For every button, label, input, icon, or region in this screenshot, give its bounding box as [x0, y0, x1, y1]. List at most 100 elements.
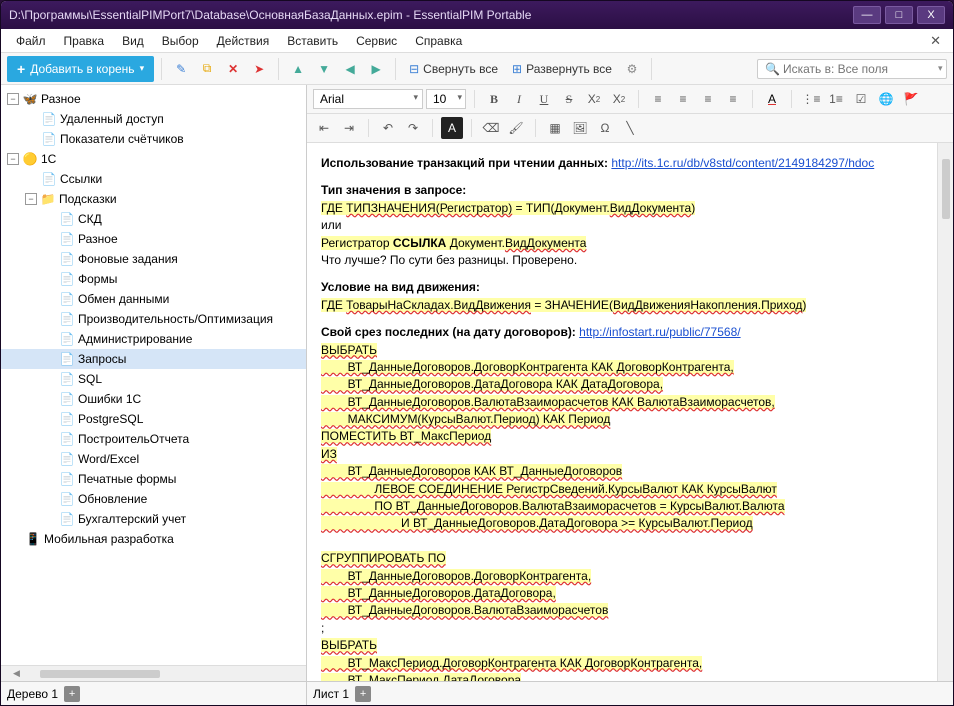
- align-justify-button[interactable]: ≡: [722, 88, 744, 110]
- expander-icon[interactable]: −: [7, 153, 19, 165]
- font-select[interactable]: Arial: [313, 89, 423, 109]
- tree-item[interactable]: 📄Бухгалтерский учет: [1, 509, 306, 529]
- outdent-button[interactable]: ⇤: [313, 117, 335, 139]
- tree-item[interactable]: 📄Запросы: [1, 349, 306, 369]
- document-content[interactable]: Использование транзакций при чтении данн…: [307, 143, 953, 681]
- brush-icon[interactable]: 🖌: [505, 117, 527, 139]
- note-icon: 📄: [59, 451, 75, 467]
- add-sheet-icon[interactable]: +: [355, 686, 371, 702]
- move-down-icon[interactable]: ▼: [312, 57, 336, 81]
- menu-file[interactable]: Файл: [7, 31, 55, 51]
- tree-item-mobile[interactable]: 📱 Мобильная разработка: [1, 529, 306, 549]
- minimize-button[interactable]: —: [853, 6, 881, 24]
- subscript-button[interactable]: X2: [583, 88, 605, 110]
- redo-button[interactable]: ↷: [402, 117, 424, 139]
- font-color-button[interactable]: A: [761, 88, 783, 110]
- scroll-thumb[interactable]: [942, 159, 950, 219]
- folder-icon: 📁: [40, 191, 56, 207]
- eraser-icon[interactable]: ⌫: [480, 117, 502, 139]
- maximize-button[interactable]: □: [885, 6, 913, 24]
- add-root-button[interactable]: + Добавить в корень ▾: [7, 56, 154, 82]
- menu-service[interactable]: Сервис: [347, 31, 406, 51]
- tree-item[interactable]: 📄Администрирование: [1, 329, 306, 349]
- tree-item[interactable]: 📄Обновление: [1, 489, 306, 509]
- tree-tab[interactable]: Дерево 1: [7, 687, 58, 701]
- image-icon[interactable]: 🖼: [569, 117, 591, 139]
- align-left-button[interactable]: ≡: [647, 88, 669, 110]
- move-up-icon[interactable]: ▲: [286, 57, 310, 81]
- tree-item-razn[interactable]: − 🦋 Разное: [1, 89, 306, 109]
- sheet-tab[interactable]: Лист 1: [313, 687, 349, 701]
- tree-item[interactable]: 📄 Ссылки: [1, 169, 306, 189]
- checklist-button[interactable]: ☑: [850, 88, 872, 110]
- scroll-left-icon[interactable]: ◀: [13, 668, 20, 679]
- search-box[interactable]: 🔍 ▾: [757, 59, 947, 79]
- tree-item-hints[interactable]: − 📁 Подсказки: [1, 189, 306, 209]
- editor-body[interactable]: Использование транзакций при чтении данн…: [307, 143, 953, 681]
- note-icon: 📄: [41, 171, 57, 187]
- menu-select[interactable]: Выбор: [153, 31, 208, 51]
- delete-icon[interactable]: ✕: [221, 57, 245, 81]
- copy-icon[interactable]: ⧉: [195, 57, 219, 81]
- tree-item[interactable]: 📄Разное: [1, 229, 306, 249]
- omega-icon[interactable]: Ω: [594, 117, 616, 139]
- globe-icon[interactable]: 🌐: [875, 88, 897, 110]
- collapse-all-button[interactable]: ⊟ Свернуть все: [403, 59, 504, 79]
- highlight-button[interactable]: A: [441, 117, 463, 139]
- tree-item[interactable]: 📄ПостроительОтчета: [1, 429, 306, 449]
- add-tab-icon[interactable]: +: [64, 686, 80, 702]
- tree-item[interactable]: 📄Производительность/Оптимизация: [1, 309, 306, 329]
- move-left-icon[interactable]: ◀: [338, 57, 362, 81]
- table-icon[interactable]: ▦: [544, 117, 566, 139]
- tree-item[interactable]: 📄 Показатели счётчиков: [1, 129, 306, 149]
- tree-item[interactable]: 📄Печатные формы: [1, 469, 306, 489]
- bullet-list-button[interactable]: ⋮≡: [800, 88, 822, 110]
- undo-button[interactable]: ↶: [377, 117, 399, 139]
- link[interactable]: http://infostart.ru/public/77568/: [579, 325, 740, 339]
- tree-item[interactable]: 📄Word/Excel: [1, 449, 306, 469]
- tree-item[interactable]: 📄Фоновые задания: [1, 249, 306, 269]
- align-center-button[interactable]: ≡: [672, 88, 694, 110]
- search-input[interactable]: [783, 62, 938, 76]
- tree-hscroll[interactable]: ◀: [1, 665, 306, 681]
- tree-item[interactable]: 📄Обмен данными: [1, 289, 306, 309]
- menu-insert[interactable]: Вставить: [278, 31, 347, 51]
- move-right-icon[interactable]: ▶: [364, 57, 388, 81]
- menu-help[interactable]: Справка: [406, 31, 471, 51]
- chevron-down-icon[interactable]: ▾: [938, 63, 943, 74]
- underline-button[interactable]: U: [533, 88, 555, 110]
- tree-item[interactable]: 📄Ошибки 1С: [1, 389, 306, 409]
- menu-actions[interactable]: Действия: [208, 31, 279, 51]
- tree-item[interactable]: 📄PostgreSQL: [1, 409, 306, 429]
- tree-item[interactable]: 📄СКД: [1, 209, 306, 229]
- close-button[interactable]: X: [917, 6, 945, 24]
- note-icon: 📄: [59, 251, 75, 267]
- tree-item[interactable]: 📄SQL: [1, 369, 306, 389]
- tree-item-1c[interactable]: − 🟡 1С: [1, 149, 306, 169]
- tree-item[interactable]: 📄Формы: [1, 269, 306, 289]
- note-icon: 📄: [59, 211, 75, 227]
- size-select[interactable]: 10: [426, 89, 466, 109]
- next-icon[interactable]: ➤: [247, 57, 271, 81]
- scroll-thumb[interactable]: [40, 670, 160, 678]
- link[interactable]: http://its.1c.ru/db/v8std/content/214918…: [611, 156, 874, 170]
- editor-vscroll[interactable]: [937, 143, 953, 681]
- tree-item[interactable]: 📄 Удаленный доступ: [1, 109, 306, 129]
- indent-button[interactable]: ⇥: [338, 117, 360, 139]
- settings-icon[interactable]: ⚙: [620, 57, 644, 81]
- menu-edit[interactable]: Правка: [55, 31, 114, 51]
- edit-icon[interactable]: ✎: [169, 57, 193, 81]
- number-list-button[interactable]: 1≡: [825, 88, 847, 110]
- expander-icon[interactable]: −: [7, 93, 19, 105]
- line-icon[interactable]: ╲: [619, 117, 641, 139]
- align-right-button[interactable]: ≡: [697, 88, 719, 110]
- strike-button[interactable]: S: [558, 88, 580, 110]
- superscript-button[interactable]: X2: [608, 88, 630, 110]
- expand-all-button[interactable]: ⊞ Развернуть все: [506, 59, 618, 79]
- expander-icon[interactable]: −: [25, 193, 37, 205]
- bold-button[interactable]: B: [483, 88, 505, 110]
- italic-button[interactable]: I: [508, 88, 530, 110]
- menu-view[interactable]: Вид: [113, 31, 153, 51]
- close-doc-icon[interactable]: ✕: [924, 31, 947, 51]
- flag-icon[interactable]: 🚩: [900, 88, 922, 110]
